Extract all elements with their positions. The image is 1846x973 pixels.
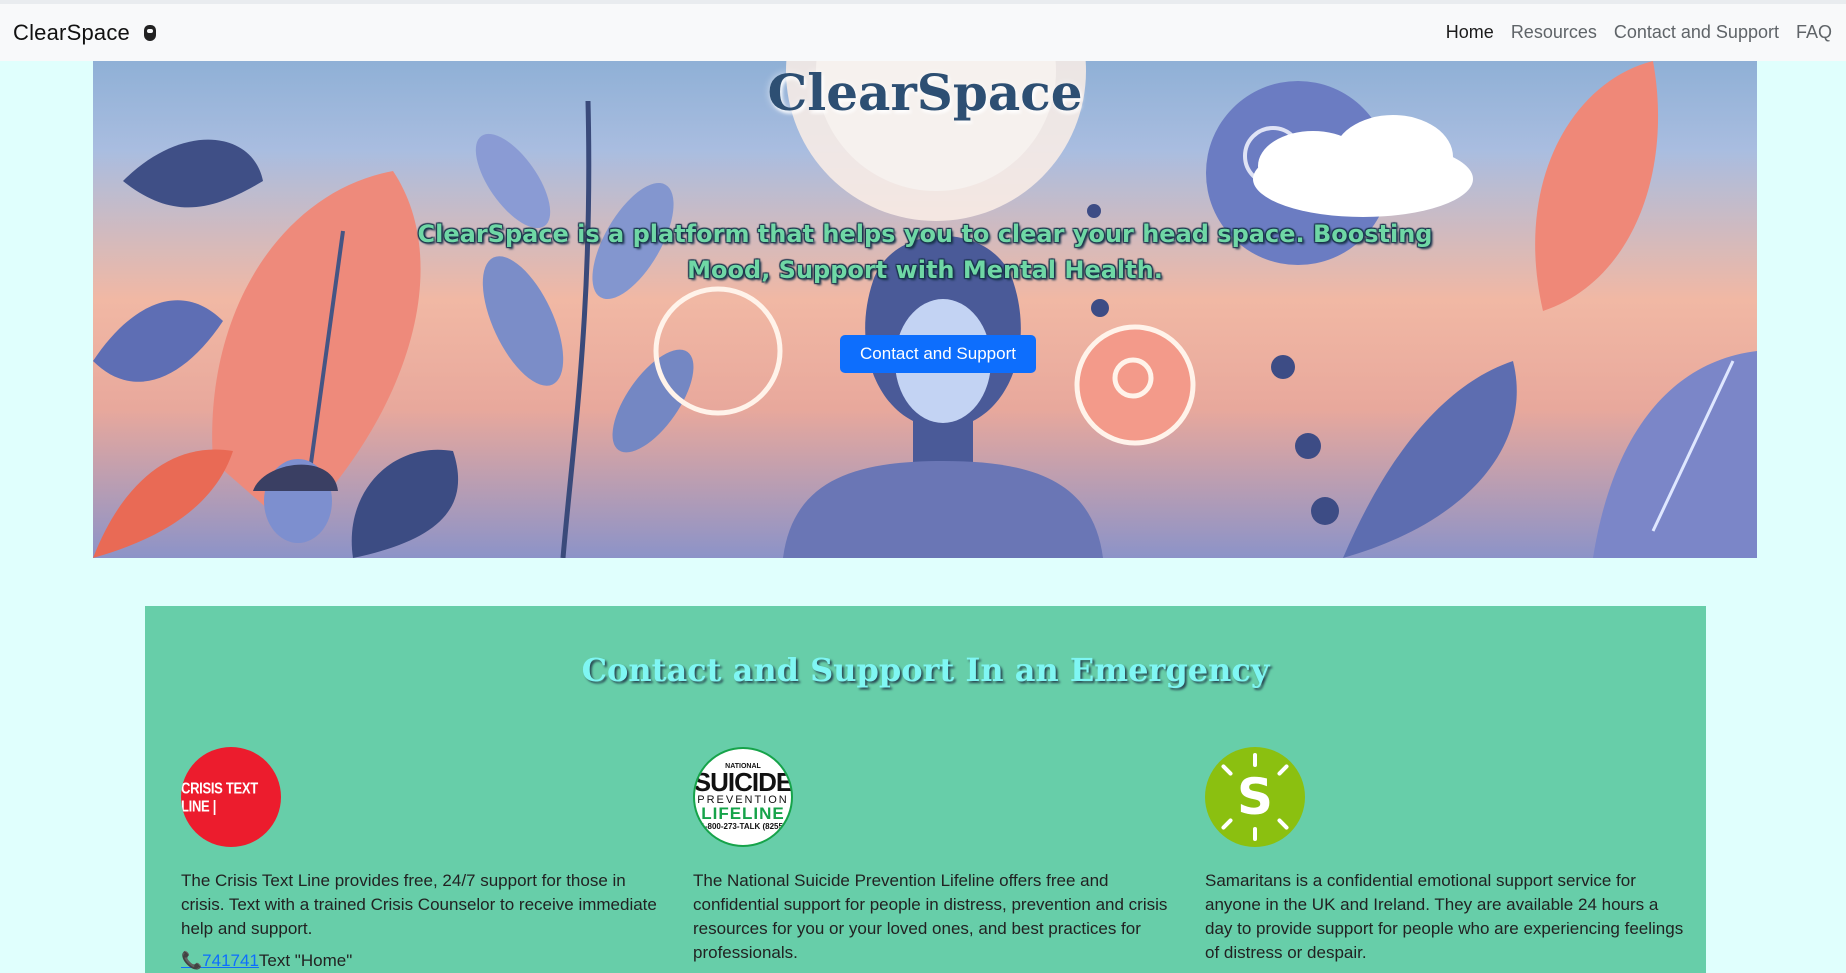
samaritans-logo-tick	[1220, 817, 1234, 831]
suicide-prevention-description: The National Suicide Prevention Lifeline…	[693, 871, 1168, 962]
samaritans-logo-tick	[1253, 827, 1257, 841]
hero-banner: ClearSpace ClearSpace is a platform that…	[93, 61, 1757, 558]
crisis-text-line-logo: CRISIS TEXT LINE |	[181, 747, 281, 847]
logo-line-lifeline: LIFELINE	[701, 804, 785, 823]
page: ClearSpace Home Resources Contact and Su…	[0, 0, 1846, 973]
crisis-text-line-logo-text: CRISIS TEXT LINE |	[181, 779, 258, 815]
support-heading: Contact and Support In an Emergency	[581, 651, 1270, 689]
support-card-crisis-text-line: CRISIS TEXT LINE | The Crisis Text Line …	[181, 747, 661, 971]
phone-icon: 📞	[181, 951, 203, 970]
crisis-text-line-contact-text: Text "Home"	[258, 951, 353, 970]
samaritans-logo: S	[1205, 747, 1305, 847]
samaritans-logo-tick	[1220, 763, 1234, 777]
support-card-samaritans: S Samaritans is a confidential emotional…	[1205, 747, 1685, 965]
nav-link-home[interactable]: Home	[1446, 22, 1494, 43]
emergency-support-section: Contact and Support In an Emergency CRIS…	[145, 606, 1706, 973]
samaritans-logo-tick	[1253, 753, 1257, 767]
nav-link-faq[interactable]: FAQ	[1796, 22, 1832, 43]
samaritans-description: Samaritans is a confidential emotional s…	[1205, 871, 1684, 962]
hero-illustration	[93, 61, 1757, 558]
hero-tagline: ClearSpace is a platform that helps you …	[417, 220, 1433, 284]
support-card-suicide-prevention: NATIONAL SUICIDE PREVENTION LIFELINE 1-8…	[693, 747, 1173, 965]
contact-support-button[interactable]: Contact and Support	[840, 335, 1036, 373]
logo-line-phone: 1-800-273-TALK (8255)	[700, 822, 786, 831]
nav-link-contact-support[interactable]: Contact and Support	[1614, 22, 1779, 43]
samaritans-logo-tick	[1276, 763, 1290, 777]
samaritans-logo-letter: S	[1236, 768, 1273, 826]
nav-links: Home Resources Contact and Support FAQ	[1446, 22, 1832, 43]
samaritans-logo-tick	[1276, 817, 1290, 831]
brand-name[interactable]: ClearSpace	[13, 20, 130, 46]
brand[interactable]: ClearSpace	[13, 20, 156, 46]
suicide-prevention-lifeline-logo: NATIONAL SUICIDE PREVENTION LIFELINE 1-8…	[693, 747, 793, 847]
logo-line-suicide: SUICIDE	[693, 767, 793, 797]
navbar: ClearSpace Home Resources Contact and Su…	[0, 0, 1846, 61]
crisis-text-line-number-link[interactable]: 📞741741	[181, 951, 259, 970]
hero-title: ClearSpace	[767, 63, 1083, 122]
crisis-text-line-number: 741741	[202, 951, 259, 970]
crisis-text-line-contact: 📞741741Text "Home"	[181, 951, 661, 971]
crisis-text-line-description: The Crisis Text Line provides free, 24/7…	[181, 871, 657, 938]
nav-link-resources[interactable]: Resources	[1511, 22, 1597, 43]
brain-head-icon	[143, 24, 156, 41]
